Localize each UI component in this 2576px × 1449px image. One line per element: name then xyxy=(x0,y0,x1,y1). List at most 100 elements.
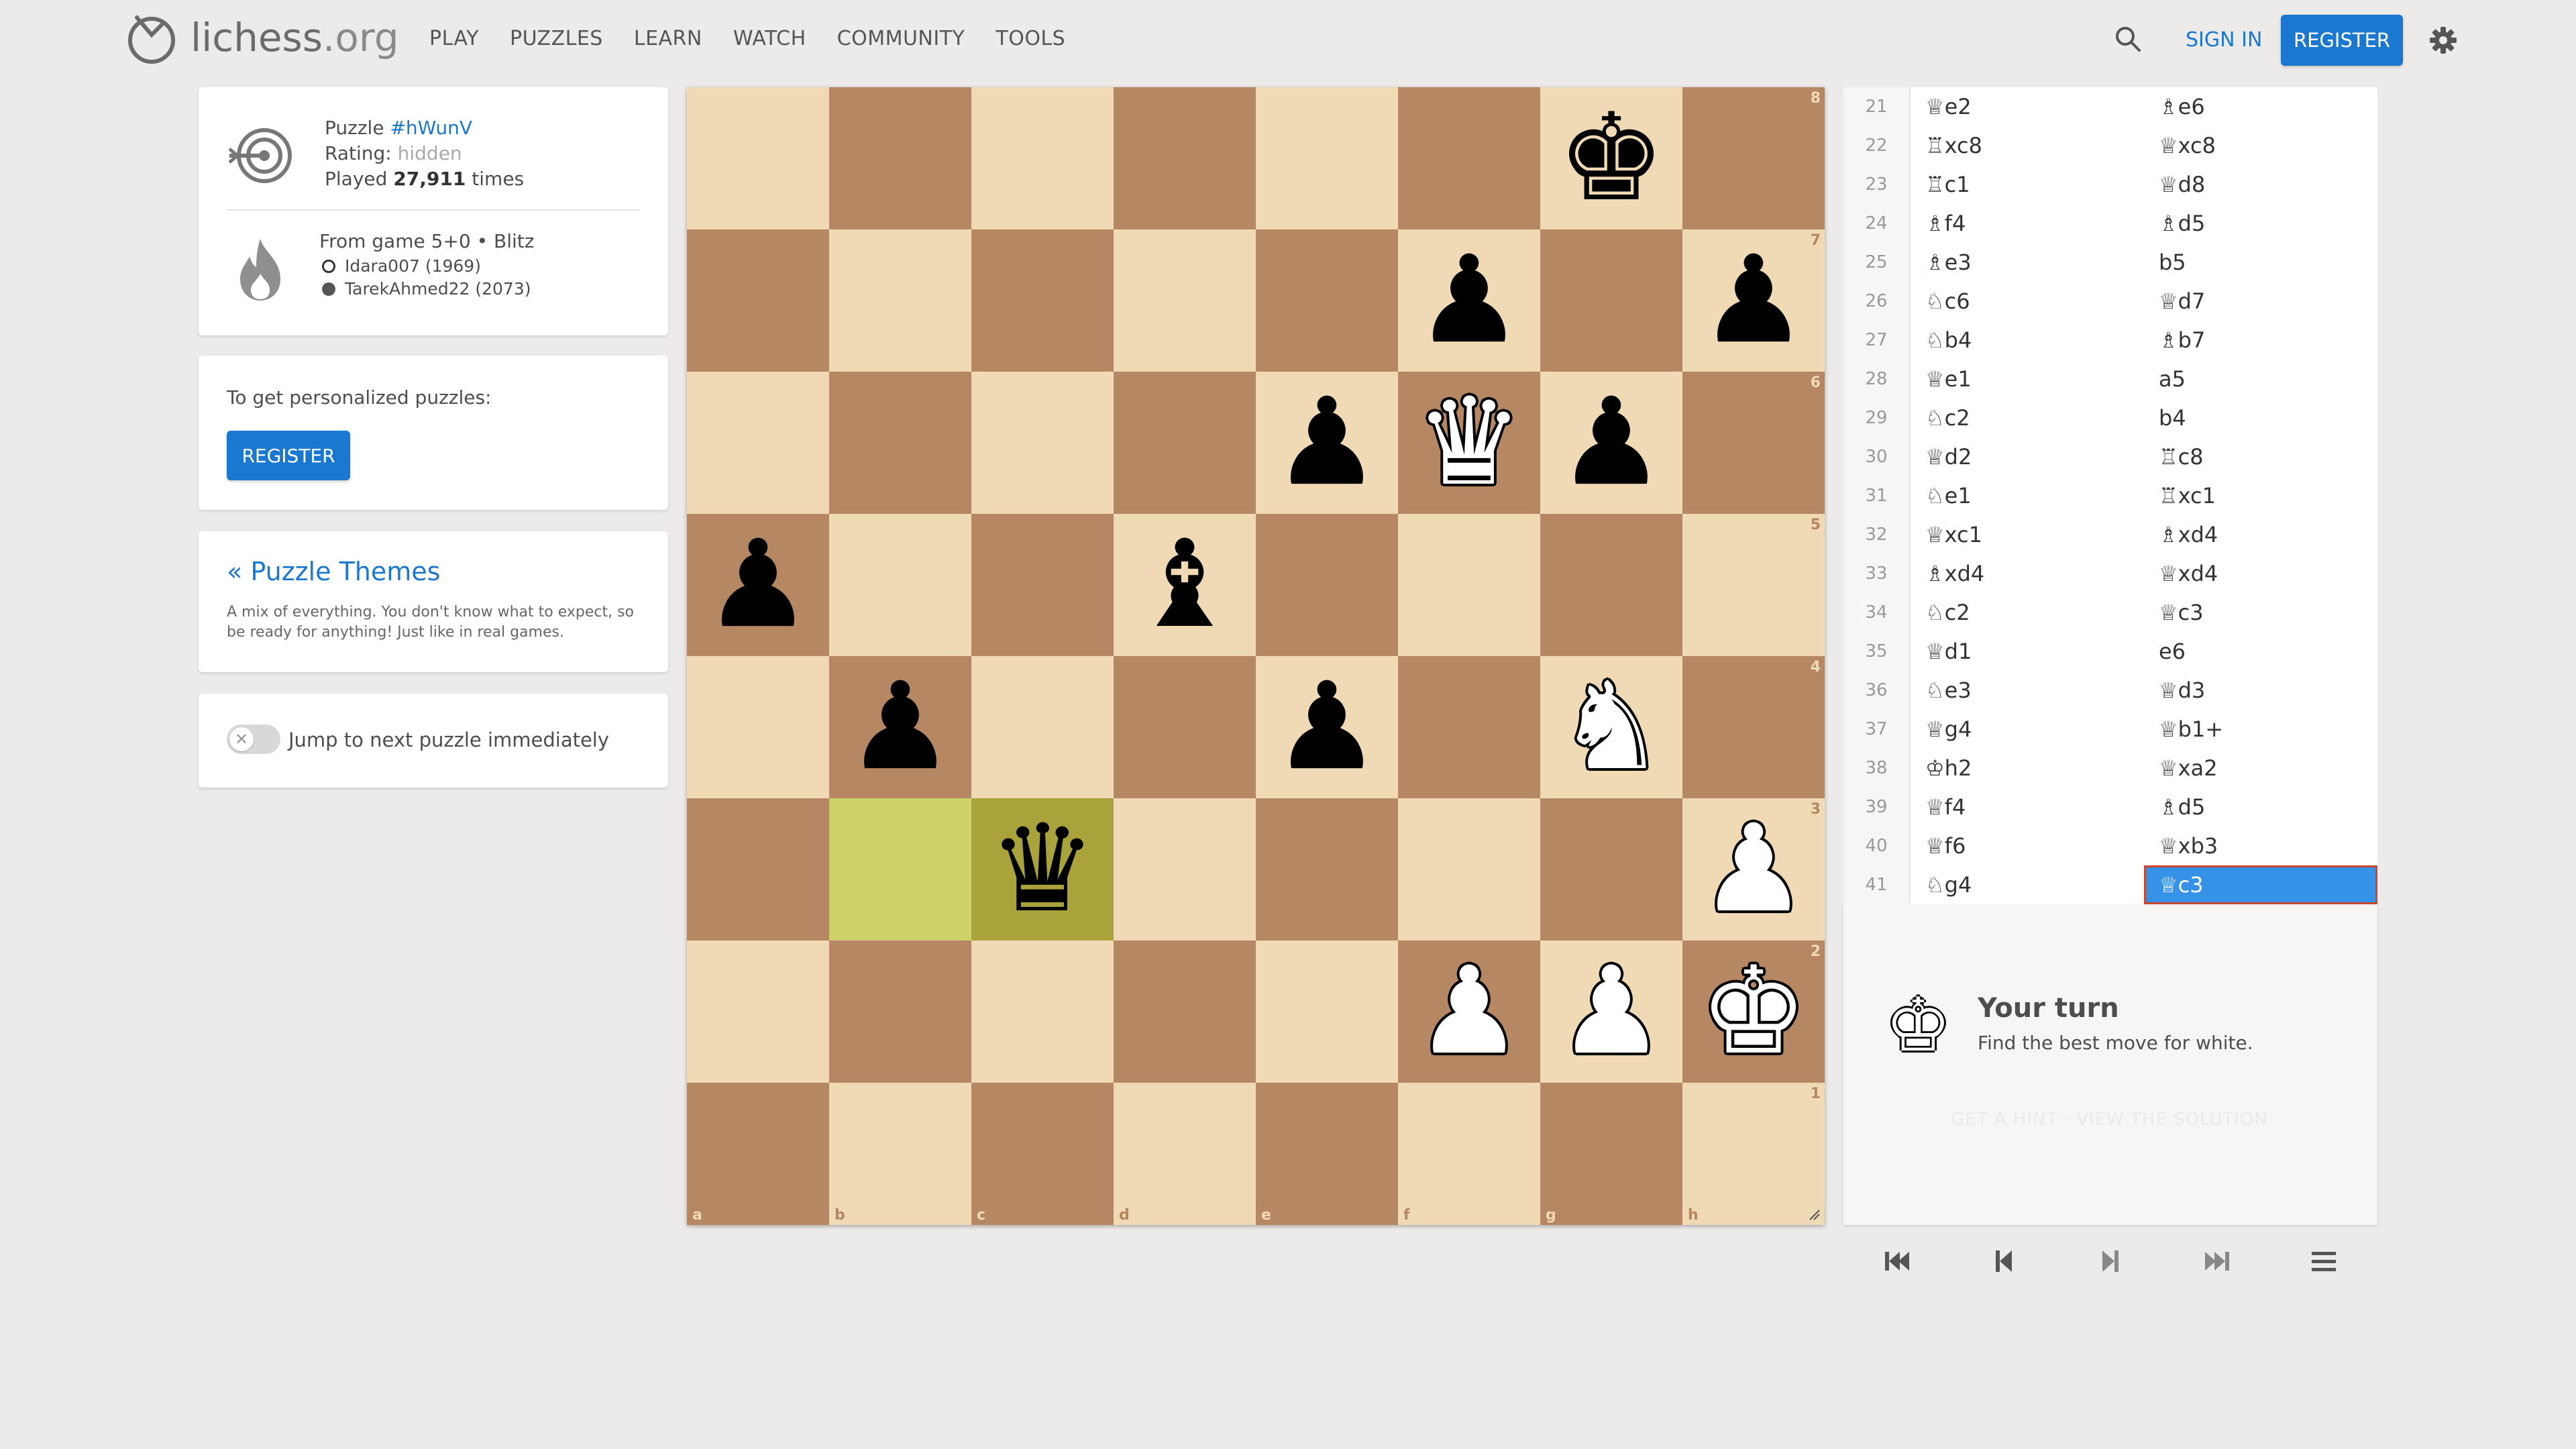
square-a5[interactable]: ♟ xyxy=(687,514,829,656)
black-move[interactable]: ♕c3 xyxy=(2144,593,2377,632)
black-move[interactable]: ♕d3 xyxy=(2144,671,2377,710)
square-c2[interactable] xyxy=(971,941,1114,1083)
square-a6[interactable] xyxy=(687,372,829,514)
square-h6[interactable]: 6 xyxy=(1682,372,1825,514)
white-pawn-icon[interactable]: ♟ xyxy=(1415,941,1523,1083)
square-b3[interactable] xyxy=(829,798,971,941)
white-move[interactable]: ♕e2 xyxy=(1911,87,2144,126)
square-g6[interactable]: ♟ xyxy=(1540,372,1682,514)
square-c5[interactable] xyxy=(971,514,1114,656)
square-d5[interactable]: ♝ xyxy=(1114,514,1256,656)
white-move[interactable]: ♕d1 xyxy=(1911,632,2144,671)
square-g4[interactable]: ♞ xyxy=(1540,656,1682,798)
square-e6[interactable]: ♟ xyxy=(1256,372,1398,514)
lichess-logo[interactable]: lichess.org xyxy=(125,11,399,64)
square-c8[interactable] xyxy=(971,87,1114,229)
black-move[interactable]: b4 xyxy=(2144,398,2377,437)
square-d6[interactable] xyxy=(1114,372,1256,514)
nav-tools[interactable]: TOOLS xyxy=(996,27,1065,50)
white-move[interactable]: ♕e1 xyxy=(1911,360,2144,398)
white-move[interactable]: ♕xc1 xyxy=(1911,515,2144,554)
square-b7[interactable] xyxy=(829,229,971,372)
black-pawn-icon[interactable]: ♟ xyxy=(1557,372,1665,514)
square-g8[interactable]: ♚ xyxy=(1540,87,1682,229)
square-h2[interactable]: ♚ 2 xyxy=(1682,941,1825,1083)
white-move[interactable]: ♘g4 xyxy=(1911,865,2144,904)
nav-watch[interactable]: WATCH xyxy=(733,27,806,50)
square-d4[interactable] xyxy=(1114,656,1256,798)
white-move[interactable]: ♕g4 xyxy=(1911,710,2144,749)
square-a3[interactable] xyxy=(687,798,829,941)
square-g3[interactable] xyxy=(1540,798,1682,941)
white-pawn-icon[interactable]: ♟ xyxy=(1557,941,1665,1083)
black-move[interactable]: ♕d8 xyxy=(2144,165,2377,204)
black-move[interactable]: ♕xd4 xyxy=(2144,554,2377,593)
sign-in-link[interactable]: SIGN IN xyxy=(2186,28,2262,52)
square-h7[interactable]: ♟ 7 xyxy=(1682,229,1825,372)
white-move[interactable]: ♘c2 xyxy=(1911,398,2144,437)
square-e4[interactable]: ♟ xyxy=(1256,656,1398,798)
puzzle-themes-link[interactable]: « Puzzle Themes xyxy=(227,557,440,586)
square-b8[interactable] xyxy=(829,87,971,229)
black-pawn-icon[interactable]: ♟ xyxy=(704,514,812,656)
black-move[interactable]: a5 xyxy=(2144,360,2377,398)
square-d8[interactable] xyxy=(1114,87,1256,229)
square-g1[interactable]: g xyxy=(1540,1083,1682,1225)
square-d7[interactable] xyxy=(1114,229,1256,372)
square-a8[interactable] xyxy=(687,87,829,229)
last-move-icon[interactable] xyxy=(2197,1241,2237,1281)
prev-move-icon[interactable] xyxy=(1984,1241,2024,1281)
white-move[interactable]: ♕d2 xyxy=(1911,437,2144,476)
black-move[interactable]: ♗e6 xyxy=(2144,87,2377,126)
black-move[interactable]: ♕xb3 xyxy=(2144,826,2377,865)
black-move[interactable]: ♗b7 xyxy=(2144,321,2377,360)
black-pawn-icon[interactable]: ♟ xyxy=(846,656,954,798)
square-f1[interactable]: f xyxy=(1398,1083,1540,1225)
square-f6[interactable]: ♛ xyxy=(1398,372,1540,514)
square-h5[interactable]: 5 xyxy=(1682,514,1825,656)
white-move[interactable]: ♘e3 xyxy=(1911,671,2144,710)
square-h3[interactable]: ♟ 3 xyxy=(1682,798,1825,941)
square-h8[interactable]: 8 xyxy=(1682,87,1825,229)
square-a4[interactable] xyxy=(687,656,829,798)
black-move[interactable]: ♕xc8 xyxy=(2144,126,2377,165)
square-e3[interactable] xyxy=(1256,798,1398,941)
white-move[interactable]: ♕f6 xyxy=(1911,826,2144,865)
chess-board[interactable]: ♚ 8 ♟ ♟ 7 ♟ ♛ ♟ 6 ♟ ♝ 5 ♟ ♟ ♞ 4 ♛ ♟ 3 ♟ ♟ ♚ 2 a b c d e f g 1 h xyxy=(687,87,1825,1225)
square-a7[interactable] xyxy=(687,229,829,372)
white-move[interactable]: ♗f4 xyxy=(1911,204,2144,243)
first-move-icon[interactable] xyxy=(1877,1241,1917,1281)
square-g2[interactable]: ♟ xyxy=(1540,941,1682,1083)
square-g5[interactable] xyxy=(1540,514,1682,656)
black-player[interactable]: TarekAhmed22 (2073) xyxy=(319,278,534,301)
black-queen-icon[interactable]: ♛ xyxy=(988,798,1096,941)
square-b1[interactable]: b xyxy=(829,1083,971,1225)
square-f3[interactable] xyxy=(1398,798,1540,941)
black-move[interactable]: ♕c3 xyxy=(2143,865,2377,904)
gear-icon[interactable] xyxy=(2428,25,2458,55)
square-d3[interactable] xyxy=(1114,798,1256,941)
white-player[interactable]: Idara007 (1969) xyxy=(319,255,534,278)
black-pawn-icon[interactable]: ♟ xyxy=(1273,656,1381,798)
black-pawn-icon[interactable]: ♟ xyxy=(1273,372,1381,514)
square-b6[interactable] xyxy=(829,372,971,514)
black-move[interactable]: ♗d5 xyxy=(2144,788,2377,826)
black-move[interactable]: ♕b1+ xyxy=(2144,710,2377,749)
jump-toggle[interactable]: ✕ xyxy=(227,724,280,754)
square-e5[interactable] xyxy=(1256,514,1398,656)
white-pawn-icon[interactable]: ♟ xyxy=(1699,798,1807,941)
black-move[interactable]: ♕d7 xyxy=(2144,282,2377,321)
square-a1[interactable]: a xyxy=(687,1083,829,1225)
nav-puzzles[interactable]: PUZZLES xyxy=(510,27,603,50)
black-move[interactable]: ♕xa2 xyxy=(2144,749,2377,788)
white-move[interactable]: ♘c2 xyxy=(1911,593,2144,632)
menu-icon[interactable] xyxy=(2304,1241,2344,1281)
white-king-icon[interactable]: ♚ xyxy=(1699,941,1807,1083)
square-a2[interactable] xyxy=(687,941,829,1083)
black-pawn-icon[interactable]: ♟ xyxy=(1415,229,1523,372)
nav-community[interactable]: COMMUNITY xyxy=(837,27,965,50)
square-d1[interactable]: d xyxy=(1114,1083,1256,1225)
square-b4[interactable]: ♟ xyxy=(829,656,971,798)
black-move[interactable]: ♖c8 xyxy=(2144,437,2377,476)
black-move[interactable]: ♗xd4 xyxy=(2144,515,2377,554)
